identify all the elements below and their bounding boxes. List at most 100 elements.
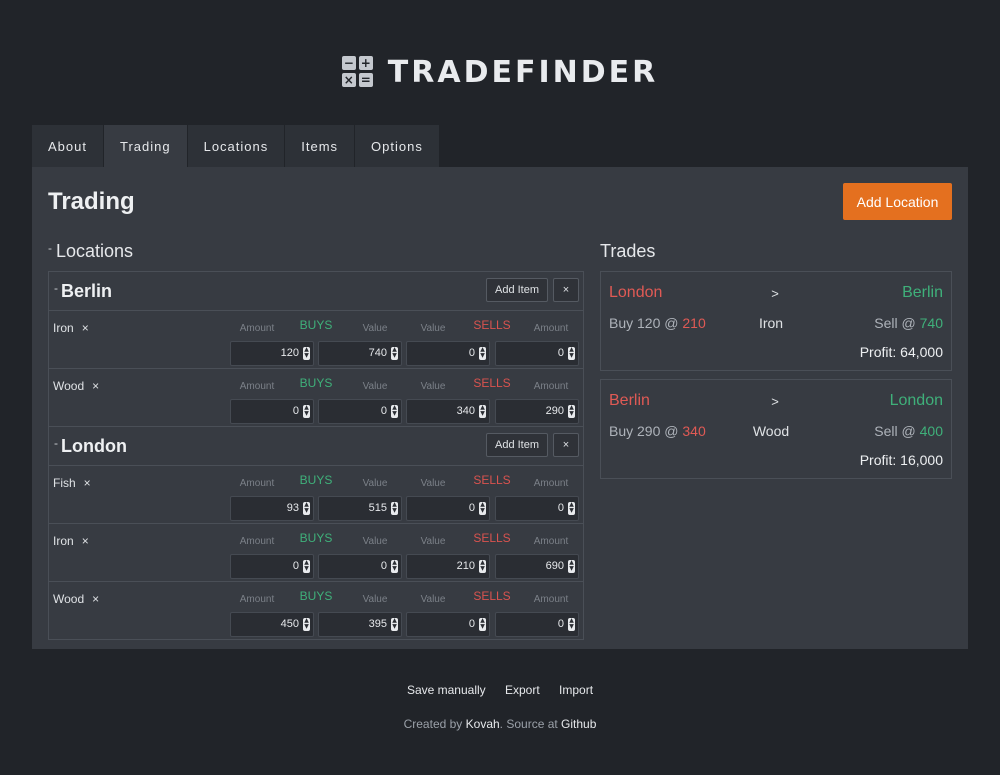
stepper-icon[interactable]: ▲ ▼: [303, 405, 310, 418]
source-link[interactable]: Github: [561, 717, 596, 731]
stepper-icon[interactable]: ▲ ▼: [391, 405, 398, 418]
tab-trading[interactable]: Trading: [103, 125, 188, 167]
stepper-icon[interactable]: ▲ ▼: [303, 560, 310, 573]
remove-item-button[interactable]: ×: [82, 534, 89, 548]
stepper-icon[interactable]: ▲ ▼: [479, 618, 486, 631]
sell-amount-label: Amount: [533, 594, 569, 605]
sell-value-label: Value: [420, 478, 446, 489]
sell-amount-input[interactable]: 0 ▲ ▼: [495, 496, 579, 521]
stepper-icon[interactable]: ▲ ▼: [479, 347, 486, 360]
sell-value-label: Value: [420, 323, 446, 334]
stepper-icon[interactable]: ▲ ▼: [303, 502, 310, 515]
item-name-label: Iron: [53, 534, 74, 548]
sell-value-label: Value: [420, 536, 446, 547]
add-location-button[interactable]: Add Location: [843, 183, 952, 220]
buy-value-value: 0: [380, 405, 387, 417]
sell-amount-input[interactable]: 690 ▲ ▼: [495, 554, 579, 579]
buy-value-input[interactable]: 0 ▲ ▼: [318, 554, 402, 579]
buy-value-value: 515: [368, 502, 387, 514]
stepper-icon[interactable]: ▲ ▼: [568, 502, 575, 515]
buy-amount-label: Amount: [239, 536, 275, 547]
buy-amount-value: 0: [292, 560, 299, 572]
buy-value-label: Value: [362, 323, 388, 334]
remove-item-button[interactable]: ×: [92, 592, 99, 606]
stepper-icon[interactable]: ▲ ▼: [568, 560, 575, 573]
stepper-icon[interactable]: ▲ ▼: [391, 618, 398, 631]
buy-amount-input[interactable]: 0 ▲ ▼: [230, 399, 314, 424]
buy-amount-input[interactable]: 450 ▲ ▼: [230, 612, 314, 637]
footer-links: Save manually Export Import: [0, 683, 1000, 697]
stepper-icon[interactable]: ▲ ▼: [303, 618, 310, 631]
remove-location-button[interactable]: ×: [553, 433, 579, 457]
tab-items[interactable]: Items: [285, 125, 356, 167]
sells-label: SELLS: [473, 376, 511, 390]
sell-amount-input[interactable]: 290 ▲ ▼: [495, 399, 579, 424]
sell-value-input[interactable]: 210 ▲ ▼: [406, 554, 490, 579]
collapse-location-toggle[interactable]: -: [54, 281, 58, 295]
buy-value-input[interactable]: 0 ▲ ▼: [318, 399, 402, 424]
buys-label: BUYS: [299, 589, 333, 603]
tab-about[interactable]: About: [32, 125, 104, 167]
sell-amount-value: 0: [557, 502, 564, 514]
buy-amount-input[interactable]: 93 ▲ ▼: [230, 496, 314, 521]
stepper-icon[interactable]: ▲ ▼: [391, 502, 398, 515]
location-berlin: - Berlin Add Item × Iron × Amount BUYS Value V…: [49, 272, 583, 427]
buy-amount-input[interactable]: 120 ▲ ▼: [230, 341, 314, 366]
stepper-icon[interactable]: ▲ ▼: [568, 347, 575, 360]
trade-buy: Buy 290 @ 340: [609, 423, 706, 439]
buy-value-value: 0: [380, 560, 387, 572]
stepper-icon[interactable]: ▲ ▼: [568, 405, 575, 418]
save-manually-link[interactable]: Save manually: [407, 683, 486, 697]
main-tabs: About Trading Locations Items Options: [32, 125, 440, 167]
tab-options[interactable]: Options: [355, 125, 440, 167]
trade-sell: Sell @ 400: [874, 423, 943, 439]
logo-times-glyph: ×: [341, 73, 356, 87]
export-link[interactable]: Export: [505, 683, 540, 697]
add-item-button[interactable]: Add Item: [486, 433, 548, 457]
buy-amount-label: Amount: [239, 478, 275, 489]
trade-item: Iron: [758, 315, 784, 331]
sell-value-input[interactable]: 0 ▲ ▼: [406, 496, 490, 521]
collapse-location-toggle[interactable]: -: [54, 436, 58, 450]
stepper-icon[interactable]: ▲ ▼: [391, 560, 398, 573]
buy-value-input[interactable]: 740 ▲ ▼: [318, 341, 402, 366]
buy-value-input[interactable]: 515 ▲ ▼: [318, 496, 402, 521]
trade-item: Wood: [752, 423, 790, 439]
item-row: Iron × Amount BUYS Value Value SELLS Amount 0 ▲ ▼ 0…: [49, 523, 583, 581]
stepper-icon[interactable]: ▲ ▼: [568, 618, 575, 631]
remove-location-button[interactable]: ×: [553, 278, 579, 302]
remove-item-button[interactable]: ×: [84, 476, 91, 490]
sell-amount-value: 0: [557, 347, 564, 359]
import-link[interactable]: Import: [559, 683, 593, 697]
sell-amount-input[interactable]: 0 ▲ ▼: [495, 341, 579, 366]
sell-amount-label: Amount: [533, 323, 569, 334]
sell-value-input[interactable]: 340 ▲ ▼: [406, 399, 490, 424]
stepper-icon[interactable]: ▲ ▼: [479, 560, 486, 573]
sell-value-input[interactable]: 0 ▲ ▼: [406, 612, 490, 637]
tab-locations[interactable]: Locations: [188, 125, 286, 167]
trade-buy-prefix: Buy 290 @: [609, 423, 679, 439]
collapse-locations-toggle[interactable]: -: [48, 241, 52, 255]
sells-label: SELLS: [473, 531, 511, 545]
stepper-icon[interactable]: ▲ ▼: [391, 347, 398, 360]
item-name-label: Wood: [53, 379, 85, 393]
item-name: Fish ×: [53, 476, 91, 490]
trade-card: Berlin > London Buy 290 @ 340 Wood Sell …: [600, 379, 952, 479]
sell-value-label: Value: [420, 381, 446, 392]
buy-value-label: Value: [362, 536, 388, 547]
trade-from: Berlin: [609, 392, 650, 409]
remove-item-button[interactable]: ×: [82, 321, 89, 335]
stepper-icon[interactable]: ▲ ▼: [479, 502, 486, 515]
stepper-icon[interactable]: ▲ ▼: [479, 405, 486, 418]
buy-value-input[interactable]: 395 ▲ ▼: [318, 612, 402, 637]
sell-amount-input[interactable]: 0 ▲ ▼: [495, 612, 579, 637]
author-link[interactable]: Kovah: [466, 717, 500, 731]
item-name: Wood ×: [53, 592, 99, 606]
stepper-icon[interactable]: ▲ ▼: [303, 347, 310, 360]
trade-to: London: [889, 392, 943, 409]
buy-amount-value: 0: [292, 405, 299, 417]
add-item-button[interactable]: Add Item: [486, 278, 548, 302]
remove-item-button[interactable]: ×: [92, 379, 99, 393]
buy-amount-input[interactable]: 0 ▲ ▼: [230, 554, 314, 579]
sell-value-input[interactable]: 0 ▲ ▼: [406, 341, 490, 366]
